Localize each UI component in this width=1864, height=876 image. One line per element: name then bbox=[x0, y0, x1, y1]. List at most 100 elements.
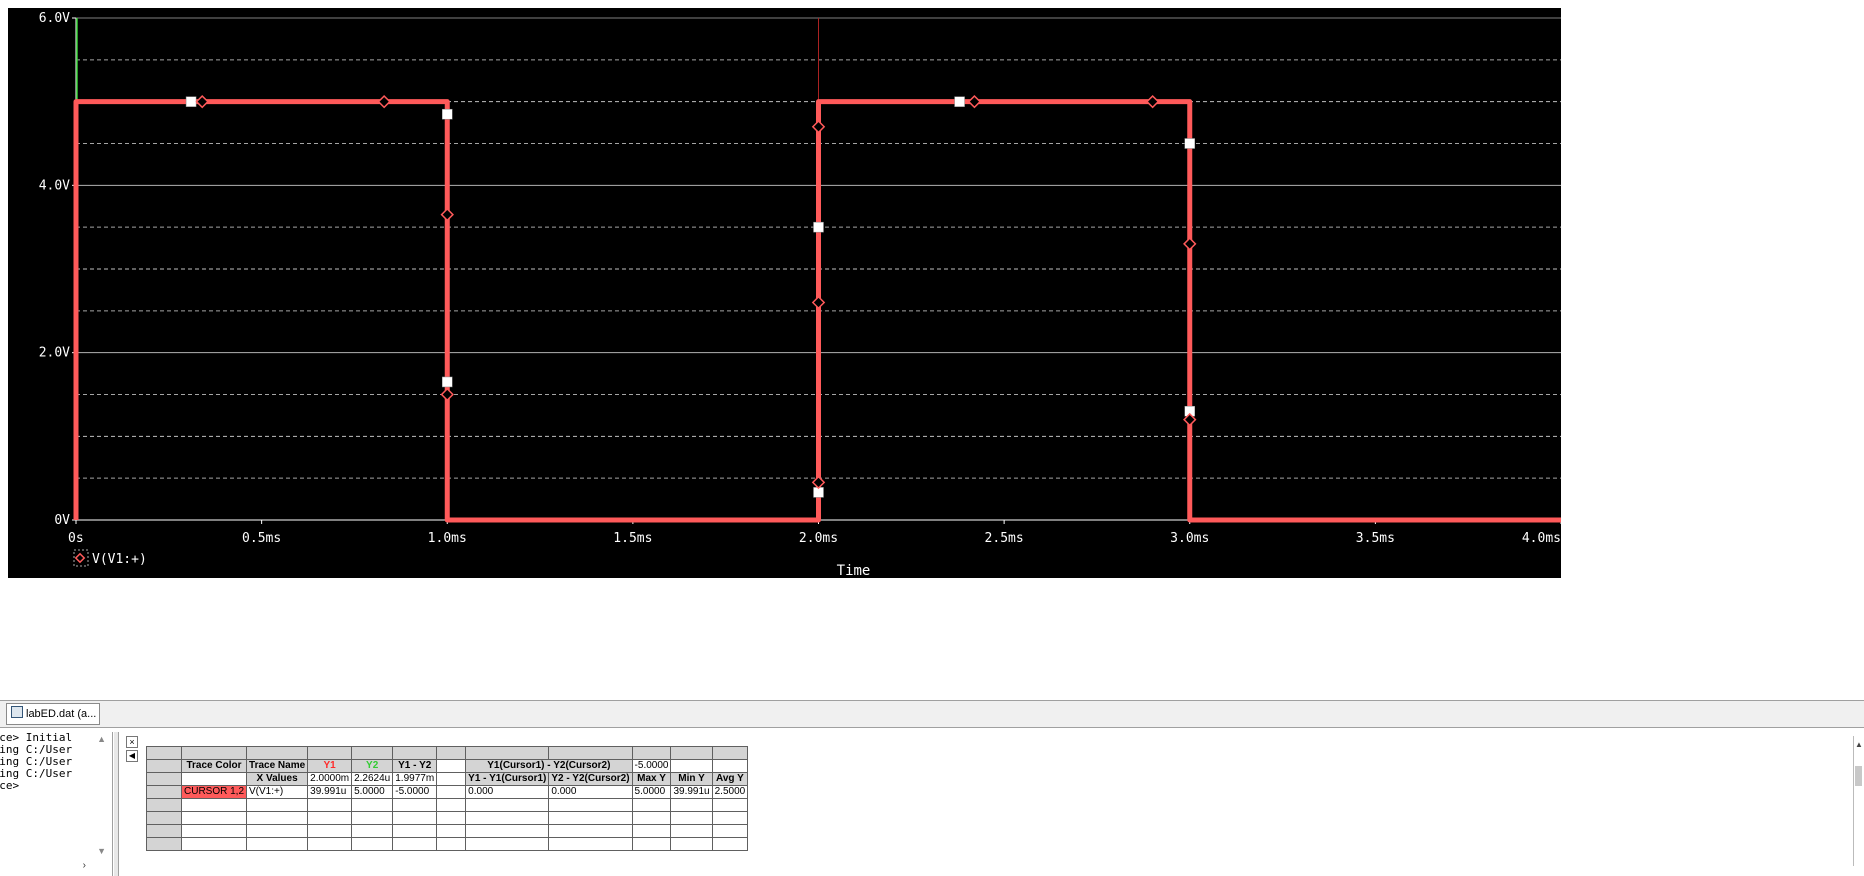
table-row bbox=[146, 837, 749, 851]
x-tick-label: 0.5ms bbox=[242, 531, 281, 546]
x-tick-label: 2.5ms bbox=[985, 531, 1024, 546]
min-y-header: Min Y bbox=[670, 772, 713, 786]
cursor-y1-value: 39.991u bbox=[307, 785, 353, 799]
table-row[interactable]: CURSOR 1,2 V(V1:+) 39.991u 5.0000 -5.000… bbox=[146, 785, 749, 799]
x-axis-label: Time bbox=[837, 563, 871, 578]
document-tab[interactable]: labED.dat (a... bbox=[6, 703, 100, 725]
row-header[interactable] bbox=[146, 759, 182, 773]
trace-marker-square bbox=[813, 221, 824, 233]
table-cell bbox=[351, 746, 394, 760]
bottom-panels: pice> Initial ading C:/User ading C:/Use… bbox=[0, 728, 1864, 876]
trace-marker-square bbox=[442, 108, 453, 120]
row-header[interactable] bbox=[146, 772, 182, 786]
cursor-trace-name[interactable]: V(V1:+) bbox=[246, 785, 309, 799]
plot-window: 6.0V 4.0V 2.0V 0V 0s 0.5ms 1.0ms 1.5ms 2.0ms 2.5m… bbox=[0, 0, 1864, 700]
table-row: Trace Color Trace Name Y1 Y2 Y1 - Y2 Y1(… bbox=[146, 759, 749, 773]
table-row bbox=[146, 811, 749, 825]
pin-icon[interactable]: × bbox=[126, 736, 138, 748]
x-tick-label: 2.0ms bbox=[799, 531, 838, 546]
y-tick-label: 6.0V bbox=[39, 11, 70, 26]
y1-header: Y1 bbox=[307, 759, 353, 773]
row-header[interactable] bbox=[146, 785, 182, 799]
scroll-up-icon[interactable]: ▲ bbox=[1855, 740, 1863, 749]
table-cell bbox=[180, 746, 248, 760]
y-tick-label: 4.0V bbox=[39, 178, 70, 193]
x-values-header: X Values bbox=[246, 772, 309, 786]
probe-cursor-pane: × ◀ Trace Color Trace Name Y1 Y2 Y1 - Y2… bbox=[120, 732, 1864, 876]
scroll-up-icon[interactable]: ▲ bbox=[97, 734, 106, 744]
pane-splitter[interactable] bbox=[114, 732, 119, 876]
cursor1-delta-value: 0.000 bbox=[465, 785, 550, 799]
row-header[interactable] bbox=[146, 824, 182, 838]
max-y-value: 5.0000 bbox=[631, 785, 672, 799]
x-tick-label: 4.0ms bbox=[1522, 531, 1561, 546]
x-value-y1: 2.0000m bbox=[307, 772, 353, 786]
scroll-down-icon[interactable]: ▼ bbox=[97, 846, 106, 856]
y2-header: Y2 bbox=[351, 759, 394, 773]
row-header[interactable] bbox=[146, 811, 182, 825]
cursor-trace-color[interactable]: CURSOR 1,2 bbox=[180, 785, 248, 799]
table-cell bbox=[307, 746, 353, 760]
data-file-icon bbox=[11, 706, 23, 718]
x-tick-label: 1.0ms bbox=[428, 531, 467, 546]
cursor-y2-value: 5.0000 bbox=[351, 785, 394, 799]
table-cell bbox=[670, 759, 713, 773]
waveform-plot[interactable]: 6.0V 4.0V 2.0V 0V 0s 0.5ms 1.0ms 1.5ms 2.0ms 2.5m… bbox=[8, 8, 1561, 578]
scroll-right-icon[interactable]: › bbox=[83, 860, 86, 871]
x-value-diff: 1.9977m bbox=[392, 772, 438, 786]
x-tick-label: 0s bbox=[68, 531, 84, 546]
table-cell bbox=[436, 746, 467, 760]
y2-minus-y2c2-header: Y2 - Y2(Cursor2) bbox=[548, 772, 633, 786]
legend-label[interactable]: V(V1:+) bbox=[92, 552, 147, 567]
row-header[interactable] bbox=[146, 798, 182, 812]
min-y-value: 39.991u bbox=[670, 785, 713, 799]
table-cell bbox=[392, 746, 438, 760]
trace-name-header: Trace Name bbox=[246, 759, 309, 773]
avg-y-header: Avg Y bbox=[711, 772, 749, 786]
trace-color-header: Trace Color bbox=[180, 759, 248, 773]
y-tick-label: 2.0V bbox=[39, 346, 70, 361]
table-cell bbox=[631, 746, 672, 760]
x-tick-label: 3.5ms bbox=[1356, 531, 1395, 546]
max-y-header: Max Y bbox=[631, 772, 672, 786]
table-row bbox=[146, 824, 749, 838]
document-tab-label: labED.dat (a... bbox=[26, 708, 97, 720]
trace-marker-square bbox=[1184, 138, 1195, 149]
x-tick-label: 3.0ms bbox=[1170, 531, 1209, 546]
y1-minus-y2-header: Y1 - Y2 bbox=[392, 759, 438, 773]
table-row: X Values 2.0000m 2.2624u 1.9977m Y1 - Y1… bbox=[146, 772, 749, 786]
table-cell bbox=[711, 746, 749, 760]
table-cell bbox=[146, 746, 182, 760]
cursor-diff-header: Y1(Cursor1) - Y2(Cursor2) bbox=[465, 759, 633, 773]
trace-marker-square bbox=[185, 96, 197, 107]
output-window[interactable]: pice> Initial ading C:/User ading C:/Use… bbox=[0, 732, 113, 876]
cursor-diff-value: -5.0000 bbox=[631, 759, 672, 773]
table-cell bbox=[436, 759, 467, 773]
table-cell bbox=[246, 746, 309, 760]
row-header[interactable] bbox=[146, 837, 182, 851]
x-tick-label: 1.5ms bbox=[613, 531, 652, 546]
scroll-thumb[interactable] bbox=[1855, 766, 1862, 786]
table-cell bbox=[670, 746, 713, 760]
trace-marker-square bbox=[954, 96, 965, 107]
output-line: pice> bbox=[0, 779, 20, 792]
table-cell bbox=[711, 759, 749, 773]
table-cell bbox=[436, 772, 467, 786]
cursor-table: Trace Color Trace Name Y1 Y2 Y1 - Y2 Y1(… bbox=[146, 746, 749, 851]
table-cell bbox=[436, 785, 467, 799]
avg-y-value: 2.5000 bbox=[711, 785, 749, 799]
table-cell bbox=[180, 772, 248, 786]
y1-minus-y1c1-header: Y1 - Y1(Cursor1) bbox=[465, 772, 550, 786]
collapse-left-icon[interactable]: ◀ bbox=[126, 750, 138, 762]
trace-marker-square bbox=[442, 376, 453, 388]
table-cell bbox=[465, 746, 550, 760]
table-cell bbox=[548, 746, 633, 760]
plot-background bbox=[8, 8, 1561, 578]
document-tab-strip: labED.dat (a... bbox=[0, 700, 1864, 728]
vertical-scrollbar[interactable]: ▲ bbox=[1853, 736, 1864, 866]
x-value-y2: 2.2624u bbox=[351, 772, 394, 786]
cursor-diff-value: -5.0000 bbox=[392, 785, 438, 799]
table-row bbox=[146, 798, 749, 812]
y-tick-label: 0V bbox=[54, 513, 70, 528]
table-row bbox=[146, 746, 749, 760]
